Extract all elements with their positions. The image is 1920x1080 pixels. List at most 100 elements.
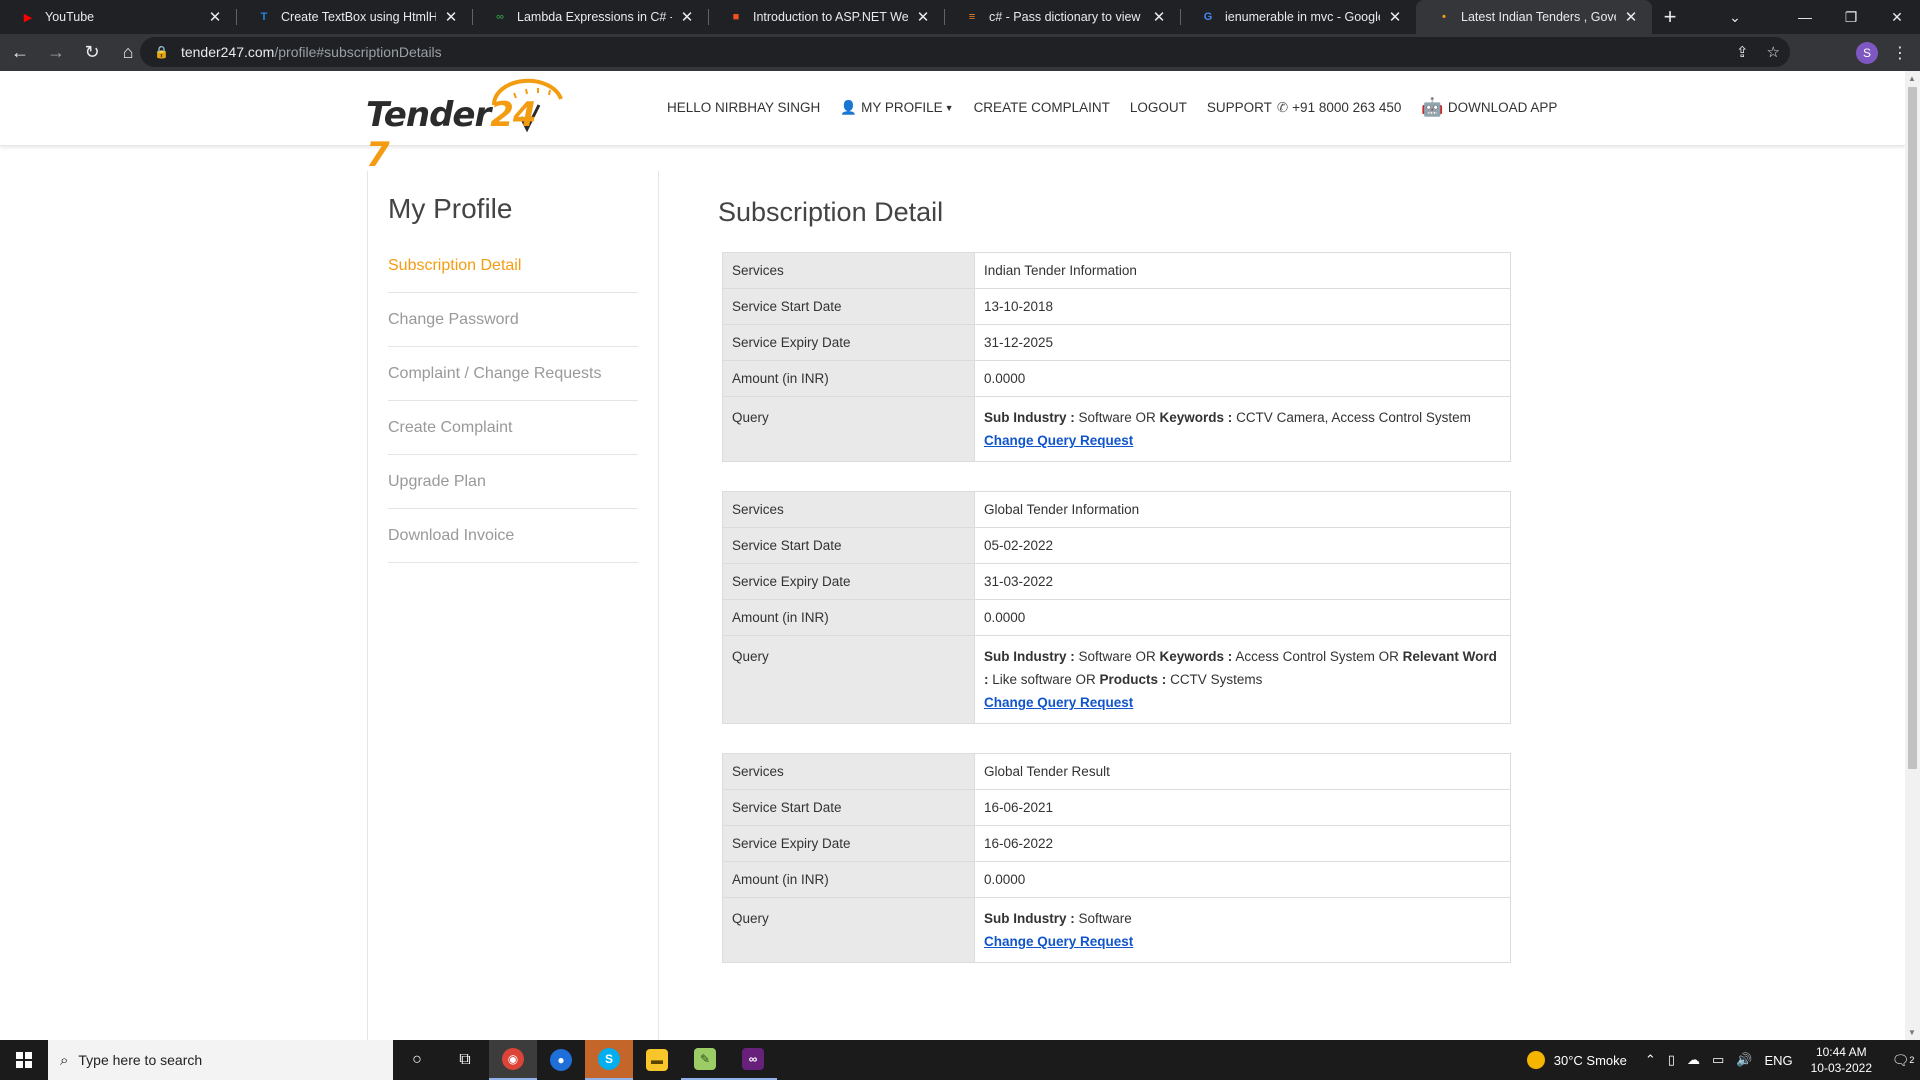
query-value: Like software OR [988, 672, 1100, 687]
google-icon: G [1203, 11, 1213, 23]
table-row: Amount (in INR) 0.0000 [722, 599, 1511, 636]
stackoverflow-icon: ≡ [968, 11, 976, 23]
service-label: Services [722, 491, 975, 528]
close-tab-icon[interactable]: ✕ [914, 8, 932, 26]
weather-text: 30°C Smoke [1553, 1052, 1627, 1068]
restore-icon[interactable]: ❐ [1828, 0, 1874, 34]
sidebar-title: My Profile [388, 193, 513, 224]
expiry-date-label: Service Expiry Date [722, 825, 975, 862]
network-icon[interactable]: ▭ [1712, 1052, 1724, 1068]
phone-icon: ✆ [1276, 99, 1289, 115]
task-view-icon[interactable]: ⧉ [441, 1040, 489, 1080]
taskbar-skype[interactable]: S [585, 1040, 633, 1080]
sidebar-item-download-invoice[interactable]: Download Invoice [388, 509, 638, 563]
close-tab-icon[interactable]: ✕ [206, 8, 224, 26]
service-label: Services [722, 252, 975, 289]
profile-avatar[interactable]: S [1856, 41, 1878, 64]
greeting-text: HELLO NIRBHAY SINGH [667, 100, 821, 115]
minimize-icon[interactable]: — [1782, 0, 1828, 34]
browser-menu-icon[interactable]: ⋮ [1892, 43, 1908, 63]
taskbar-file-explorer[interactable]: ▬ [633, 1040, 681, 1080]
query-key: Keywords : [1159, 410, 1233, 425]
close-tab-icon[interactable]: ✕ [1386, 8, 1404, 26]
table-row: Service Expiry Date 31-03-2022 [722, 563, 1511, 600]
scroll-down-icon[interactable]: ▼ [1908, 1028, 1916, 1037]
start-date-value: 05-02-2022 [974, 527, 1511, 564]
app-icon: ● [550, 1049, 572, 1071]
notification-center-icon[interactable]: 🗨 2 [1886, 1040, 1920, 1080]
close-tab-icon[interactable]: ✕ [1622, 8, 1640, 26]
language-indicator[interactable]: ENG [1764, 1053, 1792, 1068]
taskbar-search-placeholder: Type here to search [78, 1052, 203, 1068]
sidebar-item-change-password[interactable]: Change Password [388, 293, 638, 347]
browser-tab[interactable]: • Latest Indian Tenders , Governm ✕ [1416, 0, 1652, 34]
sidebar-item-upgrade-plan[interactable]: Upgrade Plan [388, 455, 638, 509]
sidebar-item-subscription-detail[interactable]: Subscription Detail [388, 239, 638, 293]
bookmark-star-icon[interactable]: ☆ [1767, 43, 1780, 61]
taskbar-clock[interactable]: 10:44 AM 10-03-2022 [1811, 1044, 1872, 1076]
address-bar[interactable]: 🔒 tender247.com/profile#subscriptionDeta… [140, 37, 1790, 67]
support-info[interactable]: SUPPORT ✆ +91 8000 263 450 [1207, 100, 1402, 116]
notification-count: 2 [1909, 1055, 1915, 1065]
taskbar-chrome[interactable]: ◉ [489, 1040, 537, 1080]
table-row: Services Global Tender Result [722, 753, 1511, 790]
browser-tab[interactable]: ∞ Lambda Expressions in C# - Gee ✕ [472, 0, 708, 34]
reload-icon[interactable]: ↻ [76, 37, 108, 69]
start-button[interactable] [0, 1040, 48, 1080]
taskbar-visual-studio[interactable]: ∞ [729, 1040, 777, 1080]
taskbar-app-blue[interactable]: ● [537, 1040, 585, 1080]
geeks-icon: ∞ [496, 11, 504, 23]
taskbar-notepad[interactable]: ✎ [681, 1040, 729, 1080]
close-tab-icon[interactable]: ✕ [1150, 8, 1168, 26]
close-tab-icon[interactable]: ✕ [678, 8, 696, 26]
query-key: Sub Industry : [984, 649, 1075, 664]
skype-icon: S [598, 1048, 620, 1070]
create-complaint-link[interactable]: CREATE COMPLAINT [974, 100, 1110, 115]
download-app-link[interactable]: 🤖 DOWNLOAD APP [1421, 97, 1557, 118]
new-tab-button[interactable]: + [1652, 0, 1688, 34]
change-query-request-link[interactable]: Change Query Request [984, 691, 1133, 714]
query-text: Sub Industry : Software OR Keywords : CC… [974, 396, 1511, 462]
browser-tab[interactable]: T Create TextBox using HtmlHelpe ✕ [236, 0, 472, 34]
windows-taskbar: ⌕ Type here to search ○ ⧉ ◉ ● S ▬ ✎ ∞ 30… [0, 1040, 1920, 1080]
cortana-icon[interactable]: ○ [393, 1040, 441, 1080]
tab-search-icon[interactable]: ⌄ [1712, 0, 1758, 34]
tray-chevron-icon[interactable]: ⌃ [1645, 1052, 1656, 1068]
close-tab-icon[interactable]: ✕ [442, 8, 460, 26]
service-value: Global Tender Result [974, 753, 1511, 790]
taskbar-search-box[interactable]: ⌕ Type here to search [48, 1040, 393, 1080]
change-query-request-link[interactable]: Change Query Request [984, 930, 1133, 953]
loading-icon: • [1442, 11, 1446, 23]
tray-device-icon[interactable]: ▯ [1668, 1052, 1675, 1068]
subscription-table: Services Indian Tender Information Servi… [722, 252, 1511, 462]
change-query-request-link[interactable]: Change Query Request [984, 429, 1133, 452]
logout-link[interactable]: LOGOUT [1130, 100, 1187, 115]
scroll-up-icon[interactable]: ▲ [1908, 74, 1916, 83]
my-profile-menu[interactable]: 👤 MY PROFILE ▼ [840, 100, 953, 116]
sidebar-item-complaint-change-requests[interactable]: Complaint / Change Requests [388, 347, 638, 401]
onedrive-icon[interactable]: ☁ [1687, 1052, 1700, 1068]
clock-date: 10-03-2022 [1810, 1061, 1872, 1075]
page-scrollbar[interactable]: ▲ ▼ [1905, 71, 1920, 1040]
folder-icon: ▬ [646, 1049, 668, 1071]
close-window-icon[interactable]: ✕ [1874, 0, 1920, 34]
tab-title: Create TextBox using HtmlHelpe [281, 10, 436, 24]
weather-widget[interactable]: 30°C Smoke [1526, 1051, 1627, 1069]
sidebar-item-create-complaint[interactable]: Create Complaint [388, 401, 638, 455]
browser-tab[interactable]: ▶ YouTube ✕ [0, 0, 236, 34]
query-value: CCTV Systems [1166, 672, 1263, 687]
browser-tab[interactable]: Gienumerable in mvc - Google Se ✕ [1180, 0, 1416, 34]
scrollbar-thumb[interactable] [1908, 87, 1917, 769]
query-key: Sub Industry : [984, 911, 1075, 926]
browser-tab[interactable]: ≡ c# - Pass dictionary to view and ✕ [944, 0, 1180, 34]
browser-toolbar: ← → ↻ ⌂ 🔒 tender247.com/profile#subscrip… [0, 34, 1920, 71]
query-label: Query [722, 396, 975, 462]
back-icon[interactable]: ← [4, 37, 36, 69]
browser-tab[interactable]: ■ Introduction to ASP.NET Web Pr ✕ [708, 0, 944, 34]
share-icon[interactable]: ⇪ [1736, 43, 1749, 61]
query-value: Software [1074, 911, 1132, 926]
profile-sidebar: My Profile Subscription Detail Change Pas… [367, 171, 659, 1040]
tender247-logo[interactable]: Tender247 [366, 77, 566, 175]
forward-icon[interactable]: → [40, 37, 72, 69]
volume-icon[interactable]: 🔊 [1736, 1052, 1752, 1068]
